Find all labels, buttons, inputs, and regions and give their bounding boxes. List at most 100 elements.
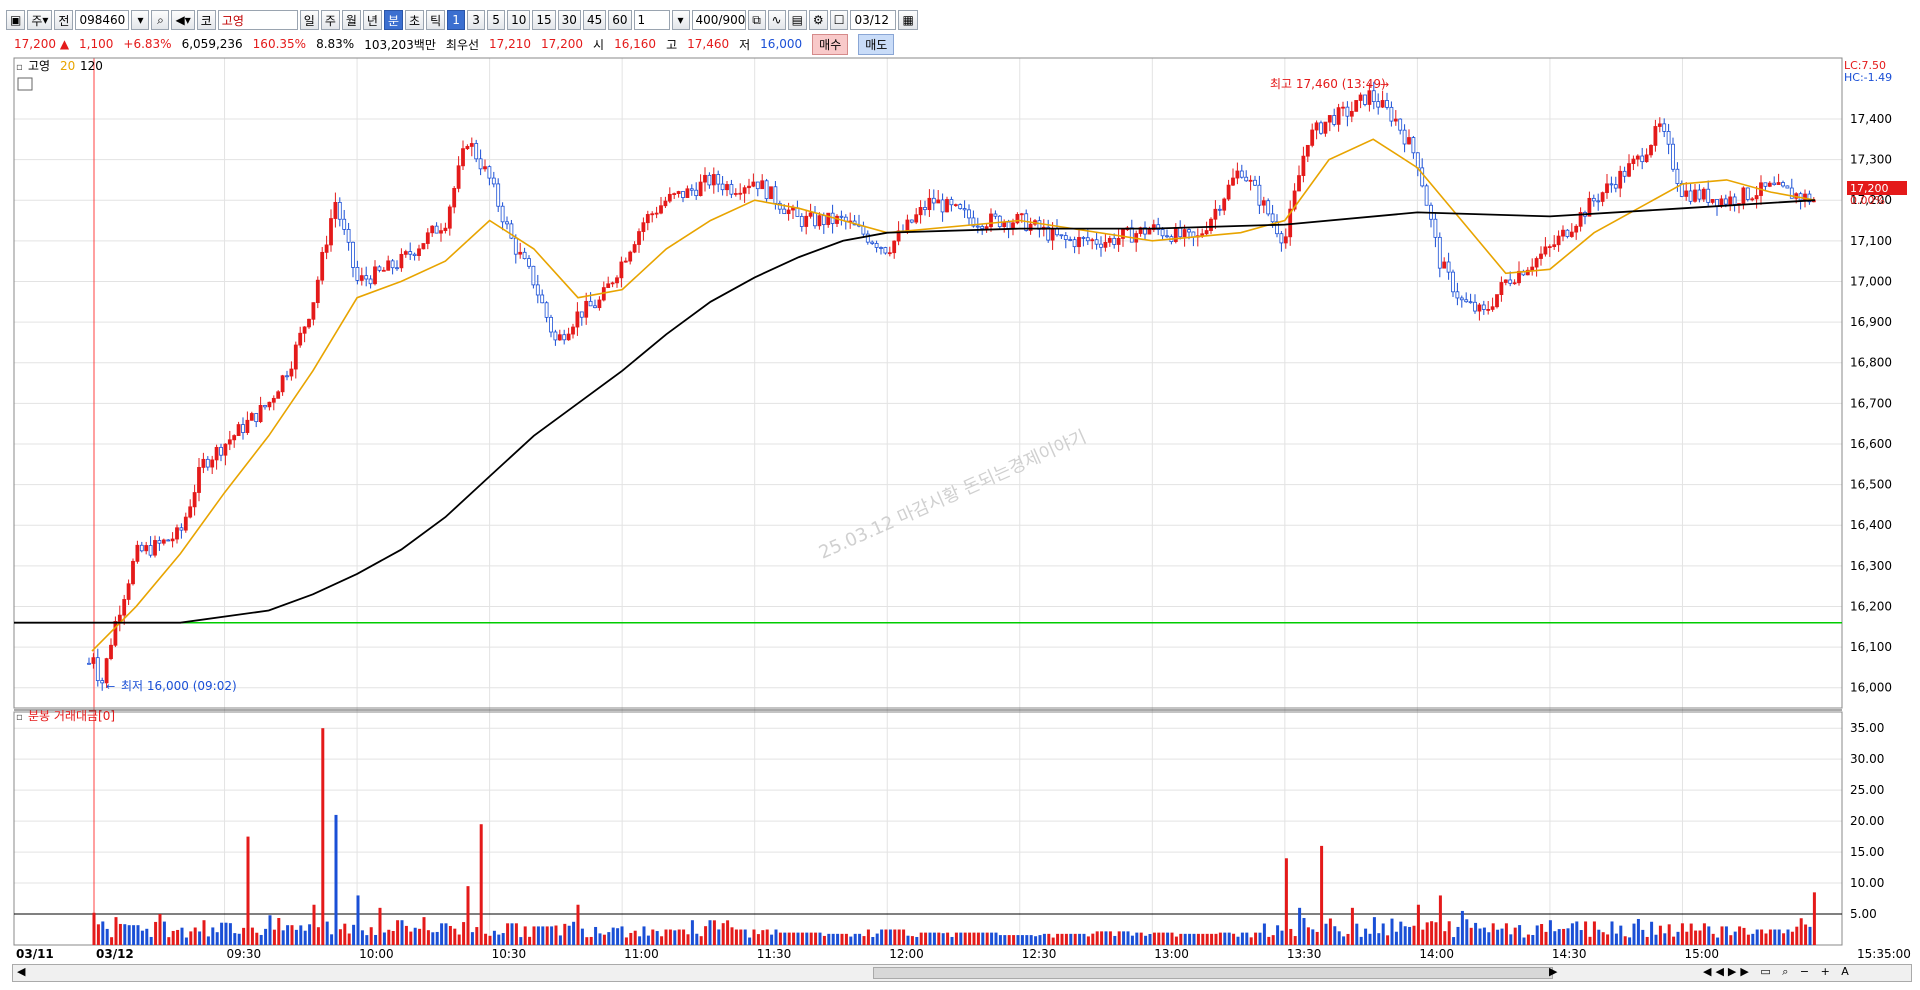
volume-tick-label: 15.00 — [1850, 845, 1884, 859]
zoom-controls-icon[interactable]: ◀◀▶▶ ▭ ⌕ − + A — [1703, 965, 1853, 979]
candle-body — [298, 332, 303, 346]
candle-body — [914, 214, 919, 223]
volume-bar — [1333, 926, 1337, 945]
volume-bar — [1416, 904, 1420, 945]
candle-body — [923, 207, 927, 211]
volume-bar — [1799, 918, 1803, 945]
volume-bar — [506, 923, 510, 945]
candle-body — [1451, 271, 1455, 293]
volume-bar — [1434, 922, 1438, 945]
volume-bar — [1223, 932, 1227, 945]
volume-bar — [1201, 933, 1205, 945]
volume-bar — [871, 936, 875, 945]
candle-body — [245, 419, 250, 433]
volume-bar — [343, 923, 347, 945]
volume-bar — [941, 933, 945, 945]
volume-bar — [981, 932, 985, 945]
candle-body — [879, 247, 883, 249]
candle-body — [1279, 233, 1284, 244]
candle-body — [399, 253, 404, 269]
candle-body — [1719, 198, 1724, 207]
candle-body — [179, 527, 184, 531]
volume-bar — [453, 928, 457, 945]
volume-bar — [1170, 932, 1174, 945]
scroll-thumb[interactable] — [873, 967, 1553, 979]
volume-bar — [1267, 936, 1271, 945]
volume-bar — [299, 925, 303, 945]
volume-bar — [739, 929, 743, 945]
volume-bar — [193, 927, 197, 945]
volume-bar — [858, 933, 862, 945]
candle-body — [887, 252, 892, 255]
volume-bar — [154, 921, 158, 945]
volume-layer — [14, 728, 1842, 945]
volume-bar — [1183, 933, 1187, 945]
candle-body — [1741, 187, 1746, 204]
candle-body — [500, 205, 505, 223]
volume-bar — [558, 935, 562, 945]
volume-bar — [589, 936, 593, 945]
price-tick-label: 16,900 — [1850, 315, 1892, 329]
volume-bar — [1496, 929, 1500, 945]
candle-body — [1561, 229, 1565, 237]
volume-bar — [734, 929, 738, 945]
volume-bar — [805, 932, 809, 945]
time-axis-label: 11:30 — [757, 947, 792, 961]
scroll-right-icon[interactable]: ▶ — [1549, 965, 1557, 978]
volume-bar — [1390, 918, 1394, 945]
candle-body — [461, 148, 465, 167]
volume-bar — [308, 924, 312, 945]
time-axis-label: 12:00 — [889, 947, 924, 961]
candle-body — [861, 225, 866, 235]
candle-body — [1235, 170, 1240, 179]
volume-bar — [184, 937, 188, 945]
volume-bar — [246, 836, 250, 945]
candle-body — [588, 300, 593, 307]
scroll-left-icon[interactable]: ◀ — [17, 965, 25, 978]
chart-canvas[interactable]: 25.03.12 마감시황 돈되는경제이야기 16,000 16,100 16,20… — [0, 0, 1920, 990]
volume-bar — [1289, 928, 1293, 945]
volume-bar — [752, 929, 756, 945]
candle-body — [1072, 239, 1077, 248]
candle-body — [566, 333, 571, 341]
volume-bar — [761, 930, 765, 945]
volume-bar — [620, 926, 624, 945]
candle-body — [1574, 225, 1579, 233]
legend-toggle-icon[interactable] — [17, 77, 33, 91]
volume-bar — [1298, 907, 1302, 945]
candle-body — [285, 375, 289, 378]
candle-body — [1266, 200, 1271, 215]
volume-bar — [1782, 933, 1786, 945]
time-axis-label: 12:30 — [1022, 947, 1057, 961]
volume-bar — [123, 924, 127, 945]
volume-bar — [96, 924, 100, 945]
candle-body — [1688, 190, 1693, 202]
candle-body — [940, 199, 945, 213]
volume-bar — [1786, 929, 1790, 945]
volume-bar — [1808, 926, 1812, 945]
volume-bar — [607, 932, 611, 945]
candle-body — [1512, 282, 1517, 285]
volume-bar — [792, 932, 796, 945]
volume-bar — [1306, 927, 1310, 945]
volume-bar — [554, 925, 558, 945]
volume-bar — [1117, 931, 1121, 945]
volume-bar — [888, 929, 892, 945]
volume-bar — [1161, 932, 1165, 945]
candle-body — [236, 424, 241, 436]
volume-bar — [1764, 933, 1768, 945]
volume-bar — [1425, 922, 1429, 945]
candle-body — [1644, 154, 1649, 163]
candle-body — [1222, 198, 1227, 211]
volume-bar — [466, 886, 470, 945]
candle-body — [307, 318, 311, 328]
candle-body — [694, 189, 699, 197]
horizontal-scrollbar[interactable]: ◀ ▶ ◀◀▶▶ ▭ ⌕ − + A — [12, 964, 1912, 982]
volume-bar — [1205, 933, 1209, 945]
volume-bar — [1280, 930, 1284, 945]
volume-title: 분봉 거래대금[0] — [28, 709, 115, 723]
candle-body — [817, 215, 822, 227]
volume-bar — [699, 936, 703, 945]
volume-tick-label: 5.00 — [1850, 907, 1877, 921]
candle-body — [447, 206, 452, 229]
